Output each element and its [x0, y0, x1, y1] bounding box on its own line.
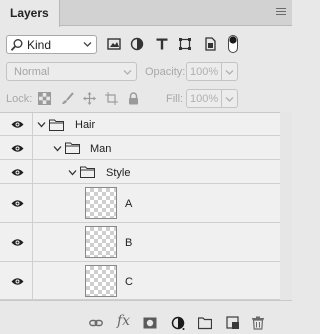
layer-name-b[interactable]: B	[125, 237, 132, 249]
eye-icon[interactable]	[11, 199, 24, 208]
eye-icon[interactable]	[11, 168, 24, 177]
visibility-cell[interactable]	[0, 262, 33, 299]
layer-row-b[interactable]: B	[0, 223, 280, 262]
tab-layers-label: Layers	[10, 6, 49, 20]
layer-name-style[interactable]: Style	[106, 167, 130, 179]
chevron-down-icon	[83, 42, 92, 47]
fill-value: 100%	[190, 93, 219, 105]
layers-panel: Layers Kind Normal Opacity: 100% Lock: F…	[0, 0, 292, 334]
layer-row-style[interactable]: Style	[0, 160, 280, 184]
visibility-cell[interactable]	[0, 184, 33, 222]
eye-icon[interactable]	[11, 144, 24, 153]
new-group-icon[interactable]	[198, 316, 212, 330]
chevron-down-icon[interactable]	[68, 168, 77, 177]
chevron-down-icon[interactable]	[225, 96, 234, 103]
lock-all-icon[interactable]	[127, 92, 140, 105]
kind-filter-select[interactable]: Kind	[6, 35, 97, 54]
search-icon	[10, 39, 23, 51]
layers-list: Hair Man Style A B C	[0, 112, 292, 300]
fill-field[interactable]: 100%	[186, 89, 238, 108]
filter-adjustment-layers-icon[interactable]	[130, 37, 144, 51]
kind-filter-label: Kind	[27, 38, 52, 52]
layer-name-a[interactable]: A	[125, 198, 132, 210]
layer-row-a[interactable]: A	[0, 184, 280, 223]
chevron-down-icon[interactable]	[53, 144, 62, 153]
fx-icon[interactable]: fx	[117, 313, 130, 329]
adjustment-layer-icon[interactable]	[171, 316, 185, 330]
visibility-cell[interactable]	[0, 136, 33, 159]
blend-row: Normal Opacity: 100%	[0, 61, 292, 85]
filter-shape-layers-icon[interactable]	[178, 37, 192, 51]
fill-label: Fill:	[166, 93, 184, 105]
filter-type-layers-icon[interactable]	[155, 37, 169, 51]
lock-image-pixels-icon[interactable]	[61, 92, 74, 105]
layer-name-c[interactable]: C	[125, 276, 133, 288]
chevron-down-icon[interactable]	[225, 69, 234, 76]
eye-icon[interactable]	[11, 120, 24, 129]
eye-icon[interactable]	[11, 277, 24, 286]
opacity-value: 100%	[190, 66, 219, 78]
folder-icon	[80, 166, 95, 178]
panel-footer: fx	[0, 300, 292, 334]
lock-row: Lock: Fill: 100%	[0, 86, 292, 112]
trash-icon[interactable]	[251, 316, 265, 330]
divider	[221, 90, 222, 107]
layer-name-hair[interactable]: Hair	[75, 119, 95, 131]
lock-label: Lock:	[6, 93, 33, 105]
layer-name-man[interactable]: Man	[90, 143, 111, 155]
folder-icon	[65, 142, 80, 154]
visibility-cell[interactable]	[0, 113, 33, 135]
layer-row-hair[interactable]: Hair	[0, 113, 280, 136]
panel-menu-icon[interactable]	[276, 7, 286, 17]
tab-layers[interactable]: Layers	[0, 0, 60, 27]
opacity-label: Opacity:	[145, 66, 186, 78]
visibility-cell[interactable]	[0, 223, 33, 261]
lock-transparent-pixels-icon[interactable]	[38, 92, 51, 105]
layer-thumbnail[interactable]	[85, 187, 117, 219]
blend-mode-select[interactable]: Normal	[6, 62, 137, 81]
layer-thumbnail[interactable]	[85, 226, 117, 258]
filter-row: Kind	[0, 27, 292, 61]
visibility-cell[interactable]	[0, 160, 33, 183]
scrollbar[interactable]	[280, 112, 292, 300]
new-layer-icon[interactable]	[226, 316, 240, 330]
lock-position-icon[interactable]	[83, 92, 96, 105]
layer-thumbnail[interactable]	[85, 265, 117, 297]
folder-icon	[49, 119, 64, 131]
lock-artboard-icon[interactable]	[105, 92, 118, 105]
layer-row-man[interactable]: Man	[0, 136, 280, 160]
panel-tab-bar: Layers	[0, 0, 292, 27]
eye-icon[interactable]	[11, 238, 24, 247]
opacity-field[interactable]: 100%	[186, 62, 238, 81]
chevron-down-icon[interactable]	[37, 120, 46, 129]
chevron-down-icon	[123, 70, 132, 75]
layer-row-c[interactable]: C	[0, 262, 280, 300]
link-layers-icon[interactable]	[89, 316, 103, 330]
filter-pixel-layers-icon[interactable]	[107, 37, 121, 51]
filter-toggle-icon[interactable]	[228, 35, 238, 53]
add-mask-icon[interactable]	[143, 316, 157, 330]
filter-smart-objects-icon[interactable]	[203, 37, 217, 51]
divider	[221, 63, 222, 80]
blend-mode-value: Normal	[14, 66, 50, 78]
